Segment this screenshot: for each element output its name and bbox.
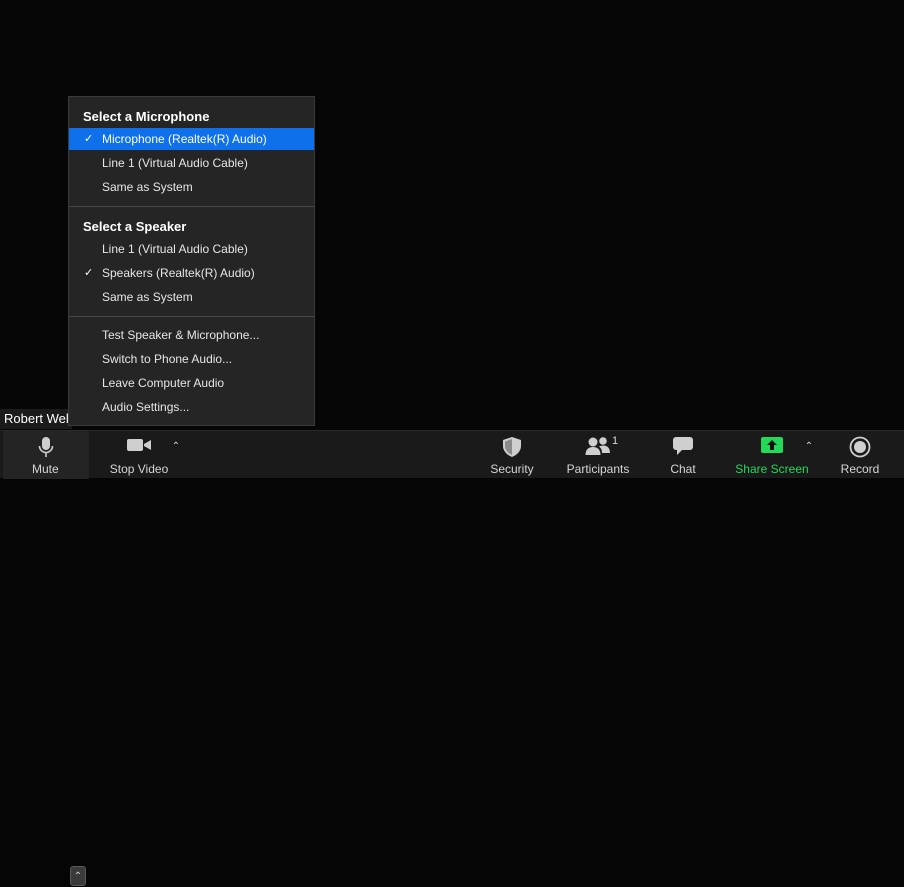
video-camera-icon <box>126 436 152 459</box>
microphone-section-title: Select a Microphone <box>83 109 210 124</box>
participant-name: Robert Wel <box>4 411 69 426</box>
shield-icon <box>502 436 522 463</box>
menu-item-microphone-same-as-system[interactable]: Same as System <box>69 176 314 198</box>
share-screen-button[interactable]: Share Screen <box>732 431 812 479</box>
chat-button[interactable]: Chat <box>660 431 706 479</box>
video-options-caret-button[interactable]: ⌃ <box>168 437 184 457</box>
menu-item-leave-computer-audio[interactable]: Leave Computer Audio <box>69 372 314 394</box>
menu-item-label: Speakers (Realtek(R) Audio) <box>102 266 255 280</box>
menu-item-label: Same as System <box>102 180 193 194</box>
share-screen-label: Share Screen <box>735 462 809 476</box>
security-button[interactable]: Security <box>484 431 540 479</box>
record-icon <box>849 436 871 463</box>
menu-item-audio-settings[interactable]: Audio Settings... <box>69 396 314 418</box>
participants-icon <box>585 436 611 461</box>
chevron-up-icon: ⌃ <box>171 441 181 452</box>
participants-count-badge: 1 <box>612 435 619 447</box>
mute-button[interactable]: Mute <box>3 431 89 479</box>
audio-options-menu: Select a Microphone ✓ Microphone (Realte… <box>68 96 315 426</box>
menu-item-label: Switch to Phone Audio... <box>102 352 233 366</box>
participants-button[interactable]: 1 Participants <box>562 431 634 479</box>
menu-item-speaker-same-as-system[interactable]: Same as System <box>69 286 314 308</box>
menu-divider <box>69 316 314 317</box>
menu-item-test-speaker-microphone[interactable]: Test Speaker & Microphone... <box>69 324 314 346</box>
share-screen-icon <box>760 436 784 461</box>
menu-item-label: Audio Settings... <box>102 400 190 414</box>
record-button[interactable]: Record <box>836 431 884 479</box>
menu-item-speaker-line1[interactable]: Line 1 (Virtual Audio Cable) <box>69 238 314 260</box>
menu-item-switch-to-phone-audio[interactable]: Switch to Phone Audio... <box>69 348 314 370</box>
menu-item-microphone-realtek[interactable]: ✓ Microphone (Realtek(R) Audio) <box>69 128 314 150</box>
menu-item-microphone-line1[interactable]: Line 1 (Virtual Audio Cable) <box>69 152 314 174</box>
menu-item-label: Microphone (Realtek(R) Audio) <box>102 132 267 146</box>
participants-label: Participants <box>566 462 630 476</box>
chat-label: Chat <box>670 462 696 476</box>
microphone-icon <box>38 436 54 463</box>
mute-label: Mute <box>32 462 59 476</box>
menu-item-label: Line 1 (Virtual Audio Cable) <box>102 156 248 170</box>
security-label: Security <box>490 462 534 476</box>
participant-name-tag: Robert Wel <box>0 409 72 429</box>
menu-item-label: Line 1 (Virtual Audio Cable) <box>102 242 248 256</box>
menu-item-label: Test Speaker & Microphone... <box>102 328 260 342</box>
speaker-section-title: Select a Speaker <box>83 219 187 234</box>
checkmark-icon: ✓ <box>84 267 94 279</box>
share-options-caret-button[interactable]: ⌃ <box>801 437 817 457</box>
menu-divider <box>69 206 314 207</box>
audio-options-caret-button[interactable]: ⌃ <box>70 866 86 886</box>
chat-bubble-icon <box>672 436 694 461</box>
record-label: Record <box>840 462 880 476</box>
chevron-up-icon: ⌃ <box>73 871 83 882</box>
meeting-toolbar: Mute ⌃ Stop Video ⌃ Security 1 Participa… <box>0 430 904 886</box>
stop-video-button[interactable]: Stop Video <box>104 431 174 479</box>
menu-item-label: Same as System <box>102 290 193 304</box>
stop-video-label: Stop Video <box>109 462 169 476</box>
chevron-up-icon: ⌃ <box>804 441 814 452</box>
checkmark-icon: ✓ <box>84 133 94 145</box>
menu-item-label: Leave Computer Audio <box>102 376 225 390</box>
menu-item-speaker-realtek[interactable]: ✓ Speakers (Realtek(R) Audio) <box>69 262 314 284</box>
